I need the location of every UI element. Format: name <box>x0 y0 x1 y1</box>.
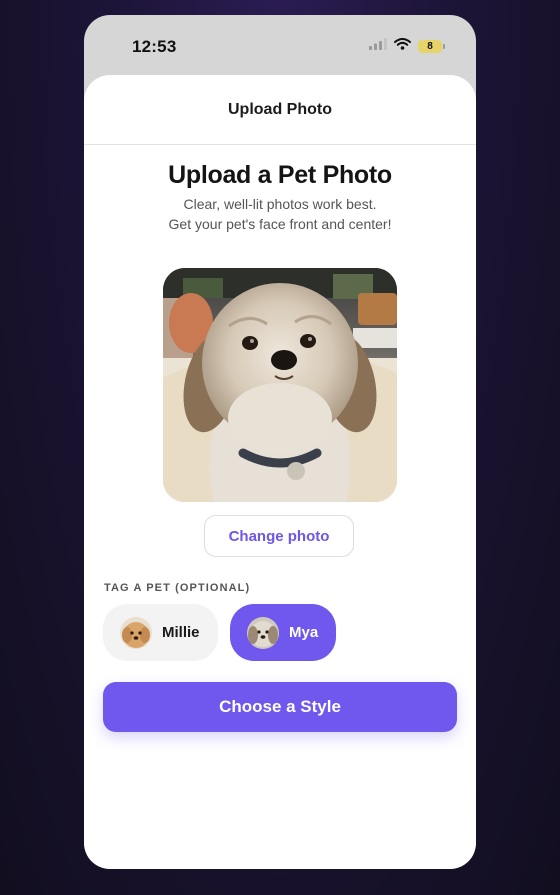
subtitle-line-1: Clear, well-lit photos work best. <box>183 196 377 212</box>
phone-frame: 12:53 8 Upload Photo Upload a Pet Photo … <box>84 15 476 869</box>
pet-chip-mya[interactable]: Mya <box>230 604 336 661</box>
status-icons: 8 <box>369 37 445 55</box>
pet-photo-preview[interactable] <box>163 268 397 502</box>
wifi-icon <box>394 37 411 55</box>
change-photo-label: Change photo <box>228 527 330 545</box>
choose-style-button[interactable]: Choose a Style <box>103 682 457 732</box>
change-photo-button[interactable]: Change photo <box>204 515 354 557</box>
tag-section-label: TAG A PET (OPTIONAL) <box>104 582 251 594</box>
avatar <box>120 616 152 649</box>
nav-title: Upload Photo <box>228 100 332 118</box>
status-bar: 12:53 8 <box>84 15 476 75</box>
signal-icon <box>369 37 387 55</box>
battery-icon: 8 <box>418 39 445 53</box>
nav-header: Upload Photo <box>84 75 476 145</box>
pet-chip-millie[interactable]: Millie <box>103 604 218 661</box>
status-time: 12:53 <box>132 37 177 56</box>
choose-style-label: Choose a Style <box>219 697 341 716</box>
page-title: Upload a Pet Photo <box>168 161 392 189</box>
pet-chip-name: Mya <box>289 624 319 641</box>
subtitle-line-2: Get your pet's face front and center! <box>168 216 392 232</box>
pet-chip-name: Millie <box>162 624 200 641</box>
dog-photo <box>163 268 397 502</box>
avatar <box>247 616 279 649</box>
upload-sheet: Upload Photo Upload a Pet Photo Clear, w… <box>84 75 476 869</box>
